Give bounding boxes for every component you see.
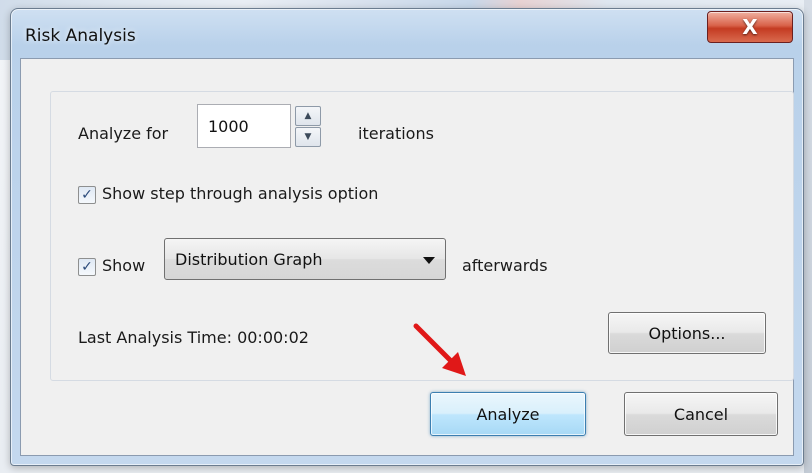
checkmark-icon: ✓ <box>81 259 93 275</box>
last-analysis-label: Last Analysis Time: 00:00:02 <box>78 328 309 347</box>
last-analysis-value: 00:00:02 <box>237 328 309 347</box>
afterwards-view-select[interactable]: Distribution Graph <box>164 238 446 280</box>
last-analysis-caption: Last Analysis Time: <box>78 328 232 347</box>
step-through-label[interactable]: Show step through analysis option <box>102 184 378 203</box>
iterations-spinner: ▲ ▼ <box>291 104 331 148</box>
show-label[interactable]: Show <box>102 256 145 275</box>
cancel-button[interactable]: Cancel <box>624 392 778 436</box>
iterations-input[interactable] <box>197 104 291 148</box>
options-button[interactable]: Options... <box>608 312 766 354</box>
step-through-checkbox[interactable]: ✓ <box>78 186 96 204</box>
close-icon: X <box>742 15 758 39</box>
spin-down-icon: ▼ <box>304 132 312 142</box>
show-afterwards-checkbox[interactable]: ✓ <box>78 258 96 276</box>
analyze-button[interactable]: Analyze <box>430 392 586 436</box>
window-title: Risk Analysis <box>25 26 136 46</box>
spin-up-icon: ▲ <box>304 111 312 121</box>
close-button[interactable]: X <box>707 11 793 43</box>
chevron-down-icon <box>423 257 435 264</box>
spin-up-button[interactable]: ▲ <box>295 106 321 126</box>
checkmark-icon: ✓ <box>81 187 93 203</box>
afterwards-label: afterwards <box>462 256 548 275</box>
spin-down-button[interactable]: ▼ <box>295 127 321 147</box>
selected-view-value: Distribution Graph <box>175 250 323 269</box>
analyze-for-label: Analyze for <box>78 124 169 143</box>
iterations-label: iterations <box>358 124 434 143</box>
background-edge <box>804 0 812 473</box>
red-arrow-icon <box>413 323 466 376</box>
